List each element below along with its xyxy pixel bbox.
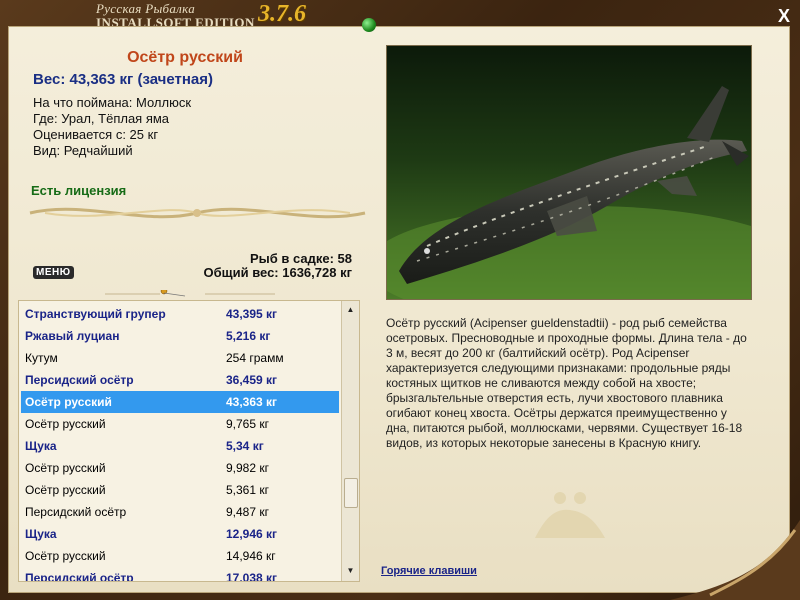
list-item-name: Ржавый луциан: [25, 329, 120, 343]
list-item-weight: 5,216 кг: [226, 329, 271, 343]
scroll-thumb[interactable]: [344, 478, 358, 508]
list-item-weight: 14,946 кг: [226, 549, 276, 563]
list-item[interactable]: Ржавый луциан 5,216 кг: [21, 325, 339, 347]
list-item-name: Осётр русский: [25, 417, 106, 431]
list-item[interactable]: Осётр русский 9,982 кг: [21, 457, 339, 479]
list-item[interactable]: Кутум 254 грамм: [21, 347, 339, 369]
green-pin-icon: [362, 18, 376, 32]
total-weight: Общий вес: 1636,728 кг: [203, 265, 352, 280]
list-item[interactable]: Странствующий групер 43,395 кг: [21, 303, 339, 325]
list-item-weight: 254 грамм: [226, 351, 284, 365]
list-item-name: Осётр русский: [25, 395, 112, 409]
list-item-name: Осётр русский: [25, 483, 106, 497]
paper-curl-icon: [670, 520, 800, 600]
list-item-weight: 43,363 кг: [226, 395, 278, 409]
list-item-weight: 9,487 кг: [226, 505, 269, 519]
list-item-weight: 12,946 кг: [226, 527, 278, 541]
rated-from: Оценивается с: 25 кг: [33, 127, 159, 142]
license-status: Есть лицензия: [31, 183, 127, 198]
app-title: Русская Рыбалка INSTALLSOFT EDITION: [96, 2, 255, 29]
list-scrollbar[interactable]: ▲ ▼: [341, 301, 359, 581]
list-item[interactable]: Осётр русский 9,765 кг: [21, 413, 339, 435]
app-title-line1: Русская Рыбалка: [96, 1, 196, 16]
list-item-weight: 36,459 кг: [226, 373, 278, 387]
list-item-name: Кутум: [25, 351, 58, 365]
list-item[interactable]: Осётр русский 5,361 кг: [21, 479, 339, 501]
ornament-divider-icon: [29, 207, 366, 219]
list-item-weight: 9,765 кг: [226, 417, 269, 431]
list-item[interactable]: Персидский осётр 17,038 кг: [21, 567, 339, 582]
list-item[interactable]: Щука 12,946 кг: [21, 523, 339, 545]
version-label: 3.7.6: [258, 1, 306, 27]
list-item-name: Странствующий групер: [25, 307, 166, 321]
list-item[interactable]: Осётр русский 14,946 кг: [21, 545, 339, 567]
list-item[interactable]: Осётр русский 43,363 кг: [21, 391, 339, 413]
list-item[interactable]: Персидский осётр 9,487 кг: [21, 501, 339, 523]
scroll-up-icon[interactable]: ▲: [344, 303, 357, 317]
fish-kind: Вид: Редчайший: [33, 143, 133, 158]
list-item-weight: 43,395 кг: [226, 307, 278, 321]
fisherman-emblem-icon: [535, 492, 605, 538]
location: Где: Урал, Тёплая яма: [33, 111, 170, 126]
list-item-name: Персидский осётр: [25, 505, 127, 519]
list-item-name: Щука: [25, 439, 57, 453]
list-item-name: Осётр русский: [25, 549, 106, 563]
list-item[interactable]: Персидский осётр 36,459 кг: [21, 369, 339, 391]
menu-button[interactable]: МЕНЮ: [33, 266, 74, 279]
keepnet-count: Рыб в садке: 58: [249, 251, 352, 266]
caught-on: На что поймана: Моллюск: [33, 95, 192, 110]
list-item-name: Персидский осётр: [25, 373, 134, 387]
list-item-name: Щука: [25, 527, 57, 541]
fish-description: Осётр русский (Acipenser gueldenstadtii)…: [386, 316, 747, 450]
list-item-name: Персидский осётр: [25, 571, 134, 582]
scroll-down-icon[interactable]: ▼: [344, 564, 357, 578]
fish-photo: [386, 45, 752, 300]
list-item-name: Осётр русский: [25, 461, 106, 475]
catch-list[interactable]: Странствующий групер 43,395 кг Ржавый луц…: [18, 300, 360, 582]
list-item-weight: 5,361 кг: [226, 483, 269, 497]
pin-divider-icon: [105, 290, 275, 297]
hotkeys-link[interactable]: Горячие клавиши: [381, 565, 477, 577]
list-item-weight: 5,34 кг: [226, 439, 264, 453]
list-item[interactable]: Щука 5,34 кг: [21, 435, 339, 457]
list-item-weight: 9,982 кг: [226, 461, 269, 475]
fish-name: Осётр русский: [127, 49, 243, 66]
fish-weight: Вес: 43,363 кг (зачетная): [33, 71, 214, 88]
sturgeon-image-icon: [387, 46, 751, 299]
list-item-weight: 17,038 кг: [226, 571, 278, 582]
close-button[interactable]: X: [778, 6, 790, 27]
